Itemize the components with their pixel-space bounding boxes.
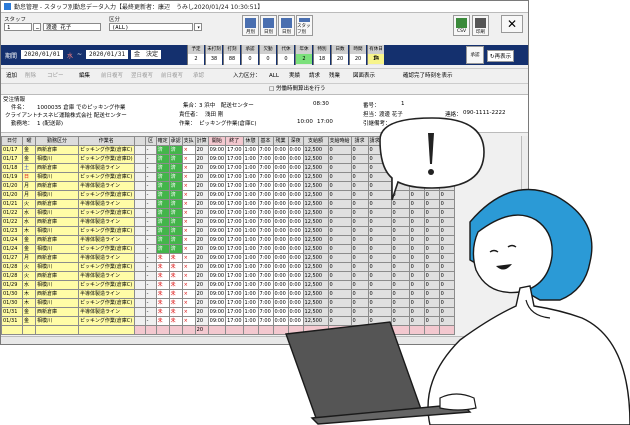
illustration (285, 117, 630, 425)
person-illustration (427, 188, 630, 425)
speech-bubble-icon (379, 117, 485, 201)
